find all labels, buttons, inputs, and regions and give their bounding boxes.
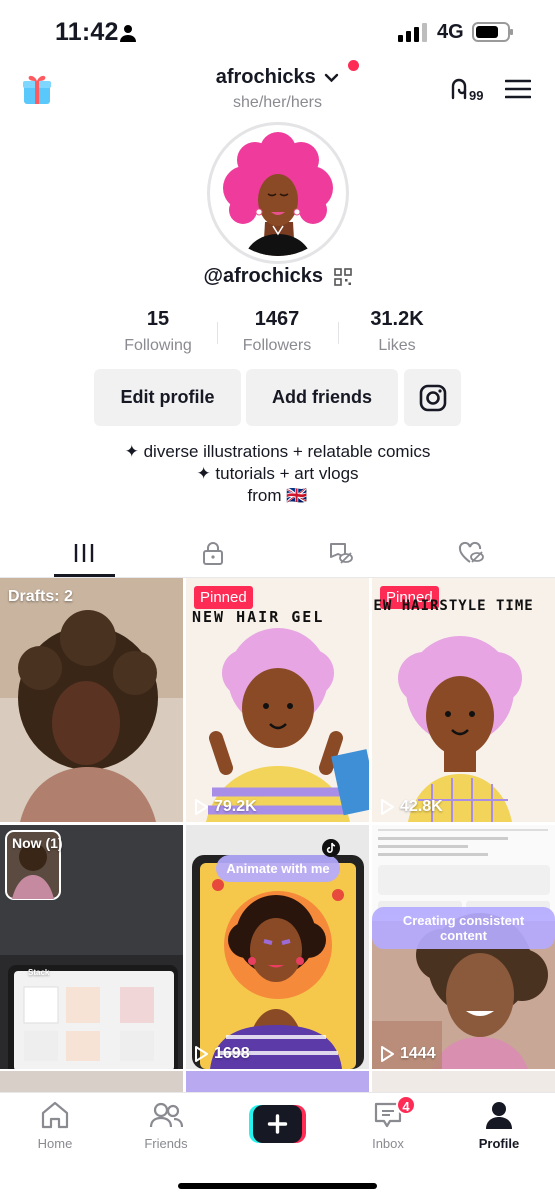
- stat-following[interactable]: 15 Following: [98, 308, 218, 355]
- video-thumbnail[interactable]: [372, 1071, 555, 1093]
- play-icon: [381, 1046, 394, 1062]
- add-friends-button[interactable]: Add friends: [246, 369, 398, 426]
- friends-icon: [149, 1102, 184, 1128]
- edit-profile-button[interactable]: Edit profile: [94, 369, 241, 426]
- likes-count: 31.2K: [370, 308, 424, 330]
- nav-friends[interactable]: Friends: [126, 1101, 206, 1151]
- view-count: 42.8K: [380, 798, 443, 816]
- nav-inbox[interactable]: Inbox: [348, 1101, 428, 1151]
- bio-line: from 🇬🇧: [247, 486, 308, 505]
- profile-views-icon[interactable]: 99: [448, 76, 488, 102]
- view-count-value: 42.8K: [400, 798, 443, 815]
- signal-icon: [398, 23, 427, 42]
- grid-icon: [74, 544, 94, 562]
- now-thumbnail[interactable]: Now (1) Stack: [0, 825, 183, 1069]
- caption-bubble: Animate with me: [216, 855, 340, 882]
- nav-label: Inbox: [372, 1136, 404, 1151]
- avatar[interactable]: [215, 130, 341, 256]
- menu-icon[interactable]: [505, 78, 531, 100]
- inbox-badge: 4: [396, 1095, 416, 1115]
- video-thumbnail[interactable]: Pinned NEW HAIR GEL 79.2K: [186, 578, 369, 822]
- video-thumbnail[interactable]: Creating consistent content 1444: [372, 825, 555, 1069]
- status-bar: 11:42 4G: [0, 0, 555, 64]
- handle-row: @afrochicks: [0, 265, 555, 288]
- bio-line: ✦ diverse illustrations + relatable comi…: [124, 442, 431, 461]
- nav-label: Friends: [144, 1136, 188, 1151]
- lock-icon: [203, 542, 223, 565]
- battery-icon: [472, 22, 513, 42]
- drafts-thumbnail[interactable]: Drafts: 2: [0, 578, 183, 822]
- followers-count: 1467: [254, 308, 300, 330]
- profile-icon: [486, 1102, 512, 1129]
- caption-bubble: Creating consistent content: [372, 907, 555, 949]
- svg-text:99: 99: [469, 88, 483, 102]
- view-count: 1444: [380, 1045, 436, 1063]
- thumbnail-text: NEW HAIRSTYLE TIME: [372, 598, 534, 614]
- heart-slash-icon: [458, 541, 484, 563]
- notification-dot: [348, 60, 359, 71]
- play-icon: [381, 799, 394, 815]
- tab-liked[interactable]: [441, 535, 501, 571]
- thumbnail-text: NEW HAIR GEL: [192, 608, 325, 626]
- video-thumbnail[interactable]: Animate with me 1698: [186, 825, 369, 1069]
- profile-handle: @afrochicks: [203, 265, 324, 287]
- stat-likes[interactable]: 31.2K Likes: [337, 308, 457, 355]
- followers-label: Followers: [242, 337, 312, 354]
- instagram-icon: [419, 384, 446, 411]
- bio-line: ✦ tutorials + art vlogs: [196, 464, 359, 483]
- plus-icon[interactable]: [249, 1105, 306, 1143]
- person-icon: [120, 25, 136, 42]
- nav-profile[interactable]: Profile: [459, 1101, 539, 1151]
- network-type: 4G: [437, 21, 464, 43]
- qr-code-icon[interactable]: [333, 267, 352, 286]
- tab-reposts[interactable]: [311, 535, 371, 571]
- drafts-label: Drafts: 2: [8, 588, 73, 605]
- video-thumbnail[interactable]: [0, 1071, 183, 1093]
- tiktok-icon: [322, 839, 340, 857]
- view-count-value: 1698: [214, 1045, 250, 1062]
- tab-videos[interactable]: [54, 535, 114, 571]
- play-icon: [195, 799, 208, 815]
- bio: ✦ diverse illustrations + relatable comi…: [0, 441, 555, 507]
- video-thumbnail[interactable]: Pinned NEW HAIRSTYLE TIME 42.8K: [372, 578, 555, 822]
- now-label: Now (1): [12, 835, 63, 851]
- status-time: 11:42: [55, 18, 119, 46]
- nav-home[interactable]: Home: [15, 1101, 95, 1151]
- play-icon: [195, 1046, 208, 1062]
- following-label: Following: [124, 337, 192, 354]
- username: afrochicks: [215, 66, 316, 88]
- view-count: 79.2K: [194, 798, 257, 816]
- view-count: 1698: [194, 1045, 250, 1063]
- video-thumbnail[interactable]: [186, 1071, 369, 1093]
- nav-label: Profile: [478, 1136, 520, 1151]
- chevron-down-icon: [325, 73, 339, 82]
- following-count: 15: [146, 308, 170, 330]
- stat-followers[interactable]: 1467 Followers: [217, 308, 337, 355]
- view-count-value: 79.2K: [214, 798, 257, 815]
- likes-label: Likes: [378, 337, 416, 354]
- app-caption: Stack: [28, 968, 50, 977]
- view-count-value: 1444: [400, 1045, 436, 1062]
- nav-label: Home: [37, 1136, 73, 1151]
- home-icon: [41, 1101, 69, 1129]
- tab-private[interactable]: [183, 535, 243, 571]
- instagram-button[interactable]: [404, 369, 461, 426]
- eye-slash-icon: [330, 543, 353, 564]
- home-indicator: [178, 1183, 377, 1189]
- pinned-badge: Pinned: [194, 586, 253, 609]
